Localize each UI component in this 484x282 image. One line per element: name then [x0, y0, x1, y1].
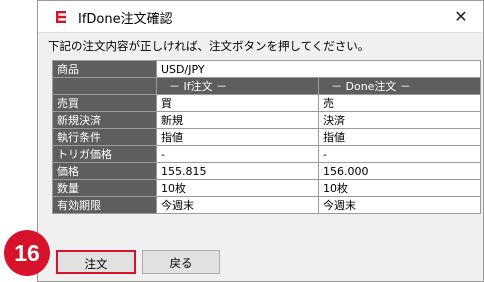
- done-value: 10枚: [317, 179, 482, 197]
- done-side-value: 売: [317, 94, 482, 112]
- ifdone-confirm-dialog: IfDone注文確認 ✕ 下記の注文内容が正しければ、注文ボタンを押してください…: [37, 0, 484, 282]
- instruction-text: 下記の注文内容が正しければ、注文ボタンを押してください。: [48, 39, 370, 53]
- row-label: トリガ価格: [52, 145, 157, 163]
- table-row: トリガ価格 - -: [52, 145, 482, 163]
- table-row: － If注文 － － Done注文 －: [52, 77, 482, 95]
- row-label: 売買: [52, 94, 157, 112]
- table-row: 有効期限 今週末 今週末: [52, 196, 482, 214]
- row-label: 有効期限: [52, 196, 157, 214]
- title-bar: IfDone注文確認 ✕: [38, 1, 483, 32]
- table-row: 商品 USD/JPY: [52, 60, 482, 78]
- table-row: 新規決済 新規 決済: [52, 111, 482, 129]
- done-value: 156.000: [317, 162, 482, 180]
- close-icon[interactable]: ✕: [439, 1, 483, 32]
- row-label: 商品: [52, 60, 157, 78]
- order-details-table: 商品 USD/JPY － If注文 － － Done注文 － 売買 買 売 新規…: [52, 60, 482, 214]
- if-side-value: 買: [156, 94, 319, 112]
- if-value: -: [156, 145, 319, 163]
- symbol-value: USD/JPY: [155, 60, 482, 78]
- row-label: 執行条件: [52, 128, 157, 146]
- empty-header-cell: [52, 77, 157, 95]
- table-row: 価格 155.815 156.000: [52, 162, 482, 180]
- if-value: 10枚: [156, 179, 319, 197]
- done-value: 指値: [317, 128, 482, 146]
- order-button[interactable]: 注文: [56, 250, 136, 274]
- table-row: 数量 10枚 10枚: [52, 179, 482, 197]
- if-value: 新規: [156, 111, 319, 129]
- app-logo-icon: [56, 11, 66, 23]
- step-number-badge: 16: [4, 230, 50, 276]
- done-value: 決済: [317, 111, 482, 129]
- row-label: 価格: [52, 162, 157, 180]
- done-value: -: [317, 145, 482, 163]
- table-row: 執行条件 指値 指値: [52, 128, 482, 146]
- if-value: 指値: [156, 128, 319, 146]
- row-label: 数量: [52, 179, 157, 197]
- done-value: 今週末: [317, 196, 482, 214]
- table-row: 売買 買 売: [52, 94, 482, 112]
- if-value: 155.815: [156, 162, 319, 180]
- row-label: 新規決済: [52, 111, 157, 129]
- if-value: 今週末: [156, 196, 319, 214]
- done-order-header: － Done注文 －: [317, 77, 482, 95]
- dialog-body: 下記の注文内容が正しければ、注文ボタンを押してください。 商品 USD/JPY …: [38, 32, 483, 281]
- back-button[interactable]: 戻る: [142, 250, 220, 274]
- dialog-title: IfDone注文確認: [78, 12, 173, 27]
- if-order-header: － If注文 －: [156, 77, 319, 95]
